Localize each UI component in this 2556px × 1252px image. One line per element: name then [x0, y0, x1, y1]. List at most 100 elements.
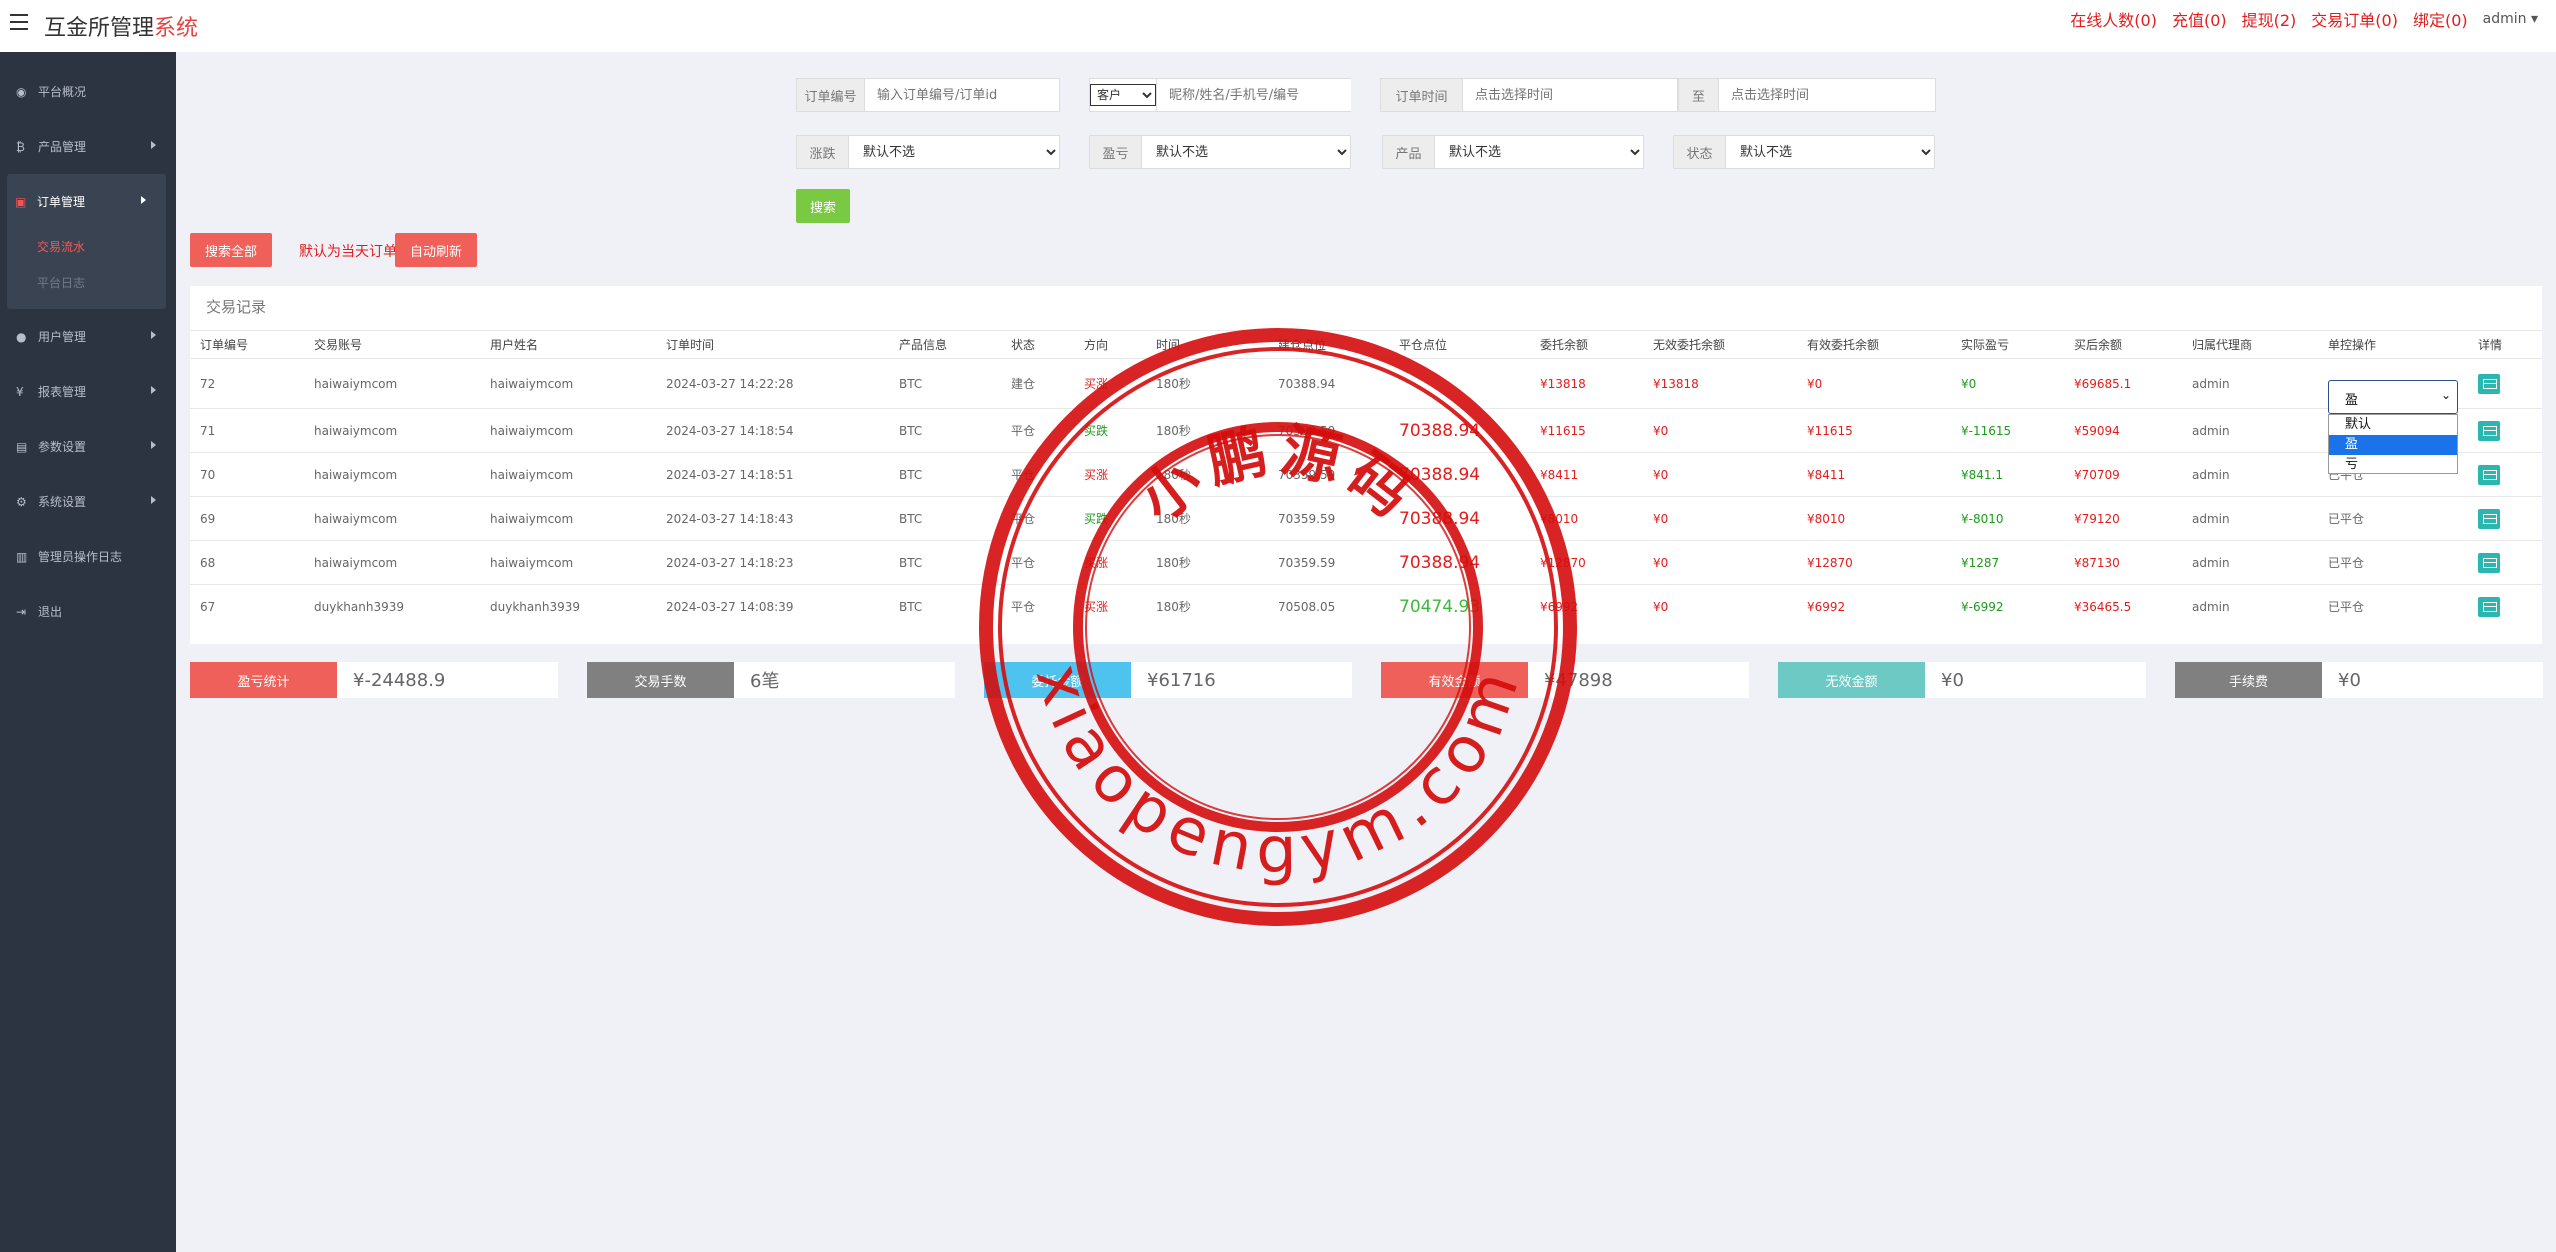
- cell-order-id: 67: [200, 599, 216, 614]
- detail-icon[interactable]: [2478, 508, 2500, 529]
- detail-cell: [2478, 585, 2500, 628]
- column-header-duration: 时间: [1156, 338, 1181, 352]
- cell-valid-amount: ¥8411: [1807, 467, 1846, 482]
- sidebar-item-exit[interactable]: ⇥ 退出: [0, 584, 176, 639]
- sidebar-subitem-platform-log[interactable]: 平台日志: [7, 265, 166, 301]
- column-header-valid-amount: 有效委托余额: [1807, 338, 1880, 352]
- table-title: 交易记录: [206, 298, 267, 316]
- cell-actual-pl: ¥0: [1961, 376, 1977, 391]
- table-row: 72 haiwaiymcom haiwaiymcom 2024-03-27 14:22…: [190, 358, 2542, 408]
- dropdown-option-profit[interactable]: 盈: [2329, 435, 2457, 455]
- trade-orders-link[interactable]: 交易订单(0): [2311, 7, 2398, 31]
- hamburger-menu-icon[interactable]: [10, 14, 28, 32]
- cell-order-time: 2024-03-27 14:18:23: [666, 555, 794, 570]
- product-select[interactable]: 默认不选: [1435, 136, 1643, 168]
- column-header-product: 产品信息: [899, 338, 948, 352]
- cell-order-amount: ¥12870: [1540, 555, 1586, 570]
- detail-cell: [2478, 541, 2500, 584]
- column-header-open-price: 建仓点位: [1278, 338, 1327, 352]
- rise-label: 涨跌: [797, 136, 849, 168]
- cell-agent: admin: [2192, 467, 2230, 482]
- chevron-right-icon: [151, 331, 156, 339]
- recharge-link[interactable]: 充值(0): [2172, 7, 2227, 31]
- customer-input[interactable]: [1157, 79, 1351, 111]
- cell-invalid-amount: ¥0: [1653, 511, 1669, 526]
- withdraw-link[interactable]: 提现(2): [2242, 7, 2297, 31]
- cell-product: BTC: [899, 467, 923, 482]
- top-nav: 在线人数(0) 充值(0) 提现(2) 交易订单(0) 绑定(0) admin …: [2070, 0, 2556, 38]
- log-icon: ▥: [16, 549, 28, 564]
- sidebar-subitem-trade-flow[interactable]: 交易流水: [7, 229, 166, 265]
- gears-icon: ⚙: [16, 494, 27, 509]
- sidebar-item-params[interactable]: ▤ 参数设置: [0, 419, 176, 474]
- cell-control: 已平仓: [2328, 600, 2365, 614]
- order-no-label: 订单编号: [797, 79, 865, 111]
- dropdown-option-loss[interactable]: 亏: [2329, 455, 2457, 475]
- sidebar-item-products[interactable]: ₿ 产品管理: [0, 119, 176, 174]
- user-menu[interactable]: admin ▾: [2483, 11, 2538, 27]
- customer-type-select[interactable]: 客户: [1090, 84, 1156, 106]
- cell-control: 已平仓: [2328, 512, 2365, 526]
- cell-account: haiwaiymcom: [314, 376, 398, 391]
- rise-select[interactable]: 默认不选: [849, 136, 1059, 168]
- cell-valid-amount: ¥11615: [1807, 423, 1853, 438]
- sidebar-item-overview[interactable]: ◉ 平台概况: [0, 64, 176, 119]
- sidebar-item-admin-log[interactable]: ▥ 管理员操作日志: [0, 529, 176, 584]
- column-header-direction: 方向: [1084, 338, 1109, 352]
- order-no-input[interactable]: [865, 79, 1059, 111]
- detail-icon[interactable]: [2478, 552, 2500, 573]
- bind-link[interactable]: 绑定(0): [2413, 7, 2468, 31]
- cell-direction: 买涨: [1084, 600, 1109, 614]
- pl-select[interactable]: 默认不选: [1142, 136, 1350, 168]
- chevron-right-icon: [141, 196, 146, 204]
- cell-product: BTC: [899, 511, 923, 526]
- cell-agent: admin: [2192, 555, 2230, 570]
- auto-refresh-button[interactable]: 自动刷新: [395, 233, 477, 267]
- status-filter: 状态 默认不选: [1673, 135, 1935, 169]
- pl-filter: 盈亏 默认不选: [1089, 135, 1351, 169]
- cell-direction: 买涨: [1084, 377, 1109, 391]
- search-all-button[interactable]: 搜索全部: [190, 233, 272, 267]
- cell-close-price: 70388.94: [1399, 508, 1481, 529]
- stat-fee: 手续费 ¥0: [2175, 662, 2543, 698]
- search-button[interactable]: 搜索: [796, 189, 850, 223]
- status-select[interactable]: 默认不选: [1726, 136, 1934, 168]
- detail-icon[interactable]: [2478, 373, 2500, 394]
- cell-open-price: 70508.05: [1278, 599, 1336, 614]
- order-no-filter: 订单编号: [796, 78, 1060, 112]
- detail-icon[interactable]: [2478, 596, 2500, 617]
- cell-balance-after: ¥70709: [2074, 467, 2120, 482]
- cell-order-amount: ¥8411: [1540, 467, 1579, 482]
- sidebar-item-reports[interactable]: ¥ 报表管理: [0, 364, 176, 419]
- cell-status: 平仓: [1011, 512, 1036, 526]
- sidebar-item-system[interactable]: ⚙ 系统设置: [0, 474, 176, 529]
- cell-order-amount: ¥6992: [1540, 599, 1579, 614]
- detail-cell: [2478, 409, 2500, 452]
- time-end-input[interactable]: [1719, 79, 1935, 111]
- dropdown-option-default[interactable]: 默认: [2329, 415, 2457, 435]
- sidebar-item-orders[interactable]: ▣ 订单管理: [7, 174, 166, 229]
- detail-icon[interactable]: [2478, 464, 2500, 485]
- cell-product: BTC: [899, 555, 923, 570]
- sidebar-item-users[interactable]: ● 用户管理: [0, 309, 176, 364]
- detail-icon[interactable]: [2478, 420, 2500, 441]
- chevron-right-icon: [151, 441, 156, 449]
- time-start-input[interactable]: [1463, 79, 1677, 111]
- column-header-close-price: 平仓点位: [1399, 338, 1448, 352]
- product-filter: 产品 默认不选: [1382, 135, 1644, 169]
- online-users-link[interactable]: 在线人数(0): [2070, 7, 2157, 31]
- cell-order-amount: ¥8010: [1540, 511, 1579, 526]
- chevron-right-icon: [151, 386, 156, 394]
- cell-direction: 买涨: [1084, 556, 1109, 570]
- cell-close-price: 70474.93: [1399, 596, 1481, 617]
- cell-valid-amount: ¥12870: [1807, 555, 1853, 570]
- cell-duration: 180秒: [1156, 512, 1191, 526]
- cell-invalid-amount: ¥0: [1653, 599, 1669, 614]
- row-control-select[interactable]: 盈 ⌄: [2328, 380, 2458, 414]
- cell-user-name: haiwaiymcom: [490, 423, 574, 438]
- cell-invalid-amount: ¥13818: [1653, 376, 1699, 391]
- column-header-actual-pl: 实际盈亏: [1961, 338, 2010, 352]
- cell-invalid-amount: ¥0: [1653, 555, 1669, 570]
- cell-agent: admin: [2192, 423, 2230, 438]
- cell-order-amount: ¥11615: [1540, 423, 1586, 438]
